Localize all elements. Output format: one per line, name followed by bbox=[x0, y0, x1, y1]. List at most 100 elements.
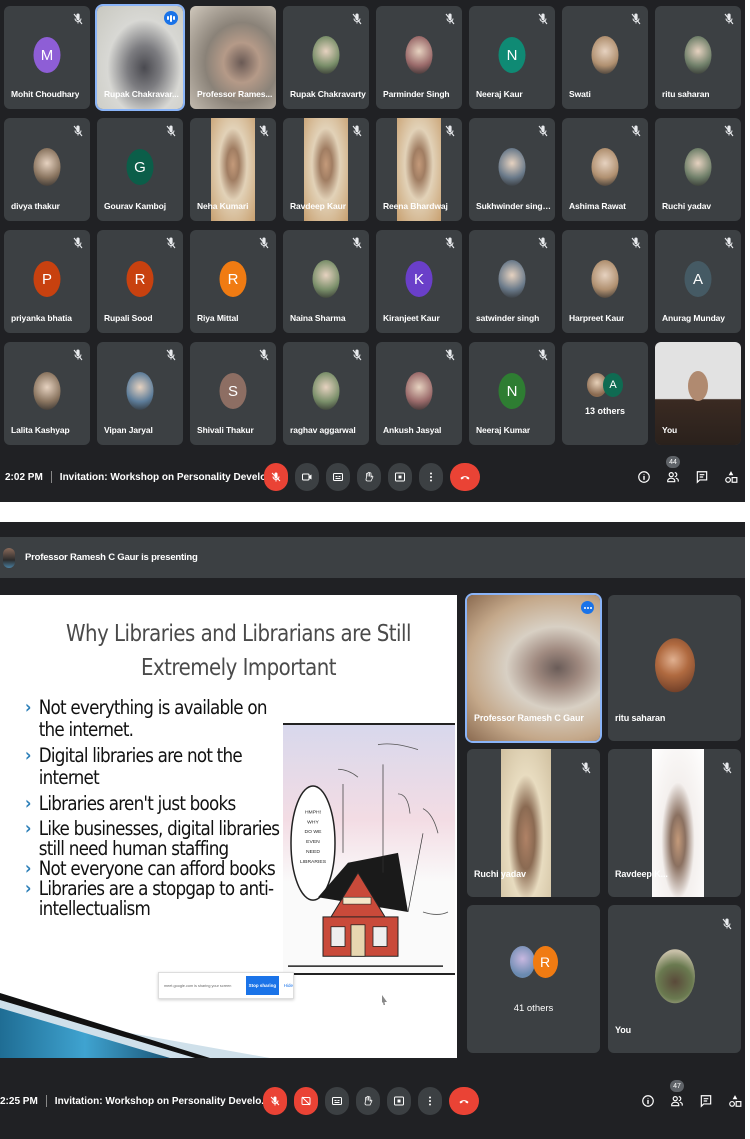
participant-name: ritu saharan bbox=[662, 89, 710, 99]
participant-tile[interactable]: Swati bbox=[562, 6, 648, 109]
avatar-photo bbox=[312, 36, 340, 75]
slide-title-line-2: Extremely Important bbox=[140, 655, 337, 681]
participant-tile[interactable]: Ankush Jasyal bbox=[376, 342, 462, 445]
activities-button[interactable] bbox=[727, 1093, 743, 1109]
participant-tile[interactable]: Lalita Kashyap bbox=[4, 342, 90, 445]
participant-name: You bbox=[662, 425, 678, 435]
mic-toggle-button[interactable] bbox=[263, 1087, 287, 1115]
leave-call-button[interactable] bbox=[449, 1087, 479, 1115]
slide-bullet: Libraries aren't just books bbox=[25, 793, 289, 816]
participant-tile[interactable]: Sukhwinder singh ... bbox=[469, 118, 555, 221]
leave-call-button[interactable] bbox=[450, 463, 480, 491]
participant-name: Neeraj Kumar bbox=[476, 425, 531, 435]
activities-icon bbox=[729, 1095, 742, 1107]
participant-tile[interactable]: N Neeraj Kaur bbox=[469, 6, 555, 109]
participant-tile[interactable]: Reena Bhardwaj bbox=[376, 118, 462, 221]
mic-muted-icon bbox=[72, 12, 84, 26]
participant-name: Ravdeep Kaur bbox=[290, 201, 346, 211]
avatar-photo bbox=[498, 148, 526, 187]
raise-hand-button[interactable] bbox=[356, 1087, 380, 1115]
participant-tile[interactable]: raghav aggarwal bbox=[283, 342, 369, 445]
participant-tile[interactable]: Ravdeep Kaur bbox=[283, 118, 369, 221]
phone-hangup-icon bbox=[459, 1100, 469, 1104]
raise-hand-button[interactable] bbox=[357, 463, 381, 491]
participant-tile[interactable]: divya thakur bbox=[4, 118, 90, 221]
participant-tile[interactable]: Ruchi yadav bbox=[655, 118, 741, 221]
participant-tile[interactable]: Professor Ramesh C Gaur bbox=[465, 593, 602, 743]
hide-notice-button[interactable]: Hide bbox=[284, 983, 293, 988]
tile-options-icon[interactable] bbox=[581, 601, 594, 614]
chat-button[interactable] bbox=[694, 469, 710, 485]
participant-tile[interactable]: You bbox=[608, 905, 741, 1053]
mic-muted-icon bbox=[444, 348, 456, 362]
participant-tile[interactable]: R 41 others bbox=[467, 905, 600, 1053]
participant-name: Shivali Thakur bbox=[197, 425, 254, 435]
participant-tile[interactable]: Parminder Singh bbox=[376, 6, 462, 109]
meeting-time: 2:02 PM bbox=[5, 471, 43, 483]
participant-tile[interactable]: Neha Kumari bbox=[190, 118, 276, 221]
hand-icon bbox=[364, 1095, 373, 1106]
participant-tile[interactable]: R Riya Mittal bbox=[190, 230, 276, 333]
more-vert-icon bbox=[429, 1096, 431, 1106]
svg-text:WHY: WHY bbox=[307, 819, 319, 825]
activities-button[interactable] bbox=[723, 469, 739, 485]
participant-tile[interactable]: K Kiranjeet Kaur bbox=[376, 230, 462, 333]
present-button[interactable] bbox=[387, 1087, 411, 1115]
captions-button[interactable] bbox=[326, 463, 350, 491]
slide-bullet: Digital libraries are not the internet bbox=[25, 745, 289, 789]
camera-toggle-button[interactable] bbox=[294, 1087, 318, 1115]
captions-icon bbox=[332, 1097, 342, 1105]
people-button[interactable]: 47 bbox=[669, 1080, 685, 1109]
participant-tile[interactable]: Ruchi yadav bbox=[467, 749, 600, 897]
stop-sharing-button[interactable]: Stop sharing bbox=[246, 976, 279, 995]
mic-muted-icon bbox=[537, 124, 549, 138]
participant-name: Neha Kumari bbox=[197, 201, 249, 211]
participant-name: Ankush Jasyal bbox=[383, 425, 442, 435]
more-options-button[interactable] bbox=[419, 463, 443, 491]
mic-muted-icon bbox=[72, 124, 84, 138]
participant-tile[interactable]: Naina Sharma bbox=[283, 230, 369, 333]
participant-tile[interactable]: A 13 others bbox=[562, 342, 648, 445]
participant-tile[interactable]: N Neeraj Kumar bbox=[469, 342, 555, 445]
captions-button[interactable] bbox=[325, 1087, 349, 1115]
people-button[interactable]: 44 bbox=[665, 456, 681, 485]
svg-text:NEED: NEED bbox=[306, 849, 320, 855]
meeting-grid-view: M Mohit Choudhary Rupak Chakravar... Profes… bbox=[0, 0, 745, 502]
participant-tile[interactable]: You bbox=[655, 342, 741, 445]
chat-button[interactable] bbox=[698, 1093, 714, 1109]
avatar-photo bbox=[591, 148, 619, 187]
mic-muted-icon bbox=[444, 124, 456, 138]
participant-tile[interactable]: M Mohit Choudhary bbox=[4, 6, 90, 109]
mic-muted-icon bbox=[258, 236, 270, 250]
avatar: A bbox=[603, 372, 623, 397]
participant-tile[interactable]: Professor Rames... bbox=[190, 6, 276, 109]
participant-tile[interactable]: S Shivali Thakur bbox=[190, 342, 276, 445]
participant-tile[interactable]: Ashima Rawat bbox=[562, 118, 648, 221]
camera-toggle-button[interactable] bbox=[295, 463, 319, 491]
participant-tile[interactable]: ritu saharan bbox=[655, 6, 741, 109]
chat-icon bbox=[700, 1095, 712, 1108]
participant-tile[interactable]: satwinder singh bbox=[469, 230, 555, 333]
participant-tile[interactable]: Vipan Jaryal bbox=[97, 342, 183, 445]
participant-tile[interactable]: ritu saharan bbox=[608, 595, 741, 741]
svg-text:DO WE: DO WE bbox=[305, 829, 323, 835]
participant-name: Ashima Rawat bbox=[569, 201, 626, 211]
avatar-photo bbox=[405, 36, 433, 75]
participant-tile[interactable]: Ppriyanka bhatia bbox=[4, 230, 90, 333]
participant-tile[interactable]: Ravdeep K... bbox=[608, 749, 741, 897]
participant-tile[interactable]: A Anurag Munday bbox=[655, 230, 741, 333]
more-options-button[interactable] bbox=[418, 1087, 442, 1115]
mic-muted-icon bbox=[723, 12, 735, 26]
meeting-details-button[interactable] bbox=[640, 1093, 656, 1109]
participant-tile[interactable]: Rupak Chakravar... bbox=[95, 4, 185, 111]
mic-toggle-button[interactable] bbox=[264, 463, 288, 491]
present-button[interactable] bbox=[388, 463, 412, 491]
participant-tile[interactable]: R Rupali Sood bbox=[97, 230, 183, 333]
participant-tile[interactable]: Rupak Chakravarty bbox=[283, 6, 369, 109]
participant-tile[interactable]: Harpreet Kaur bbox=[562, 230, 648, 333]
meeting-details-button[interactable] bbox=[636, 469, 652, 485]
bottom-bar: 2:25 PM Invitation: Workshop on Personal… bbox=[0, 1076, 745, 1126]
avatar-photo bbox=[405, 372, 433, 411]
participant-name: Professor Rames... bbox=[197, 89, 273, 99]
participant-tile[interactable]: G Gourav Kamboj bbox=[97, 118, 183, 221]
